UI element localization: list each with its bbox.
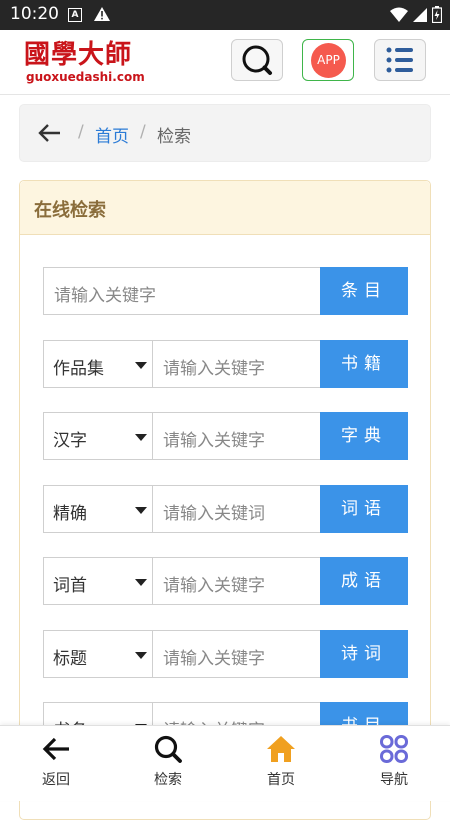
keyword-input[interactable]: 请输入关键字: [152, 557, 321, 605]
input-placeholder: 请输入关键字: [163, 431, 265, 451]
app-header: 國學大師 guoxuedashi.com APP: [0, 30, 450, 95]
nav-home[interactable]: 首页: [241, 732, 321, 794]
app-button-label: APP: [311, 43, 346, 78]
keyword-input[interactable]: 请输入关键字: [152, 340, 321, 388]
breadcrumb-separator: /: [140, 122, 146, 142]
category-select[interactable]: 汉字: [43, 412, 153, 460]
search-icon: [242, 45, 272, 75]
search-button-dictionary[interactable]: 字典: [320, 412, 408, 460]
site-logo[interactable]: 國學大師 guoxuedashi.com: [24, 40, 149, 86]
keyword-input[interactable]: 请输入关键字: [152, 630, 321, 678]
nav-label: 导航: [380, 772, 408, 788]
dropdown-arrow-icon: [135, 579, 147, 586]
back-arrow-icon[interactable]: [38, 123, 62, 143]
search-row-dictionary: 汉字 请输入关键字 字典: [43, 412, 408, 460]
dropdown-arrow-icon: [135, 362, 147, 369]
panel-title: 在线检索: [34, 200, 106, 221]
select-value: 标题: [53, 649, 87, 669]
search-row-entry: 请输入关键字 条目: [43, 267, 408, 315]
nav-back[interactable]: 返回: [16, 732, 96, 794]
bottom-nav: 返回 检索 首页 导航: [0, 725, 450, 801]
input-placeholder: 请输入关键字: [54, 286, 156, 306]
panel-header: 在线检索: [20, 181, 430, 235]
input-placeholder: 请输入关键字: [163, 649, 265, 669]
search-row-books: 作品集 请输入关键字 书籍: [43, 340, 408, 388]
position-select[interactable]: 词首: [43, 557, 153, 605]
header-search-button[interactable]: [231, 39, 283, 81]
dropdown-arrow-icon: [135, 434, 147, 441]
search-button-entry[interactable]: 条目: [320, 267, 408, 315]
select-value: 精确: [53, 504, 87, 524]
nav-search[interactable]: 检索: [128, 732, 208, 794]
back-arrow-icon: [42, 737, 69, 761]
notification-a-icon: A: [68, 8, 82, 22]
input-placeholder: 请输入关键词: [163, 504, 265, 524]
search-row-idioms: 词首 请输入关键字 成语: [43, 557, 408, 605]
select-value: 汉字: [53, 431, 87, 451]
logo-domain-text: guoxuedashi.com: [26, 70, 145, 84]
nav-guide[interactable]: 导航: [354, 732, 434, 794]
search-row-poems: 标题 请输入关键字 诗词: [43, 630, 408, 678]
breadcrumb-separator: /: [78, 122, 84, 142]
search-row-words: 精确 请输入关键词 词语: [43, 485, 408, 533]
nav-label: 检索: [154, 772, 182, 788]
input-placeholder: 请输入关键字: [163, 359, 265, 379]
home-icon: [267, 736, 295, 762]
search-panel: 在线检索 请输入关键字 条目 作品集 请输入关键字 书籍 汉字 请输入关键字 字…: [19, 180, 431, 820]
status-bar: 10:20 A: [0, 0, 450, 30]
search-icon: [154, 735, 182, 763]
input-placeholder: 请输入关键字: [163, 576, 265, 596]
menu-button[interactable]: [374, 39, 426, 81]
battery-icon: [432, 6, 442, 23]
breadcrumb-current: 检索: [157, 127, 191, 147]
breadcrumb: / 首页 / 检索: [19, 104, 431, 162]
dropdown-arrow-icon: [135, 652, 147, 659]
status-time: 10:20: [10, 4, 59, 24]
keyword-input[interactable]: 请输入关键字: [152, 412, 321, 460]
keyword-input[interactable]: 请输入关键字: [43, 267, 321, 315]
category-select[interactable]: 作品集: [43, 340, 153, 388]
signal-icon: [413, 7, 427, 22]
grid-icon: [380, 735, 408, 763]
menu-list-icon: [386, 47, 413, 73]
logo-chinese-text: 國學大師: [24, 40, 133, 70]
app-download-button[interactable]: APP: [302, 39, 354, 81]
select-value: 词首: [53, 576, 87, 596]
match-mode-select[interactable]: 精确: [43, 485, 153, 533]
select-value: 作品集: [53, 359, 104, 379]
search-button-poems[interactable]: 诗词: [320, 630, 408, 678]
wifi-icon: [390, 7, 408, 22]
warning-icon: [94, 7, 110, 21]
breadcrumb-home-link[interactable]: 首页: [95, 122, 129, 147]
search-button-books[interactable]: 书籍: [320, 340, 408, 388]
search-button-idioms[interactable]: 成语: [320, 557, 408, 605]
keyword-input[interactable]: 请输入关键词: [152, 485, 321, 533]
search-button-words[interactable]: 词语: [320, 485, 408, 533]
nav-label: 首页: [267, 772, 295, 788]
nav-label: 返回: [42, 772, 70, 788]
field-select[interactable]: 标题: [43, 630, 153, 678]
dropdown-arrow-icon: [135, 507, 147, 514]
